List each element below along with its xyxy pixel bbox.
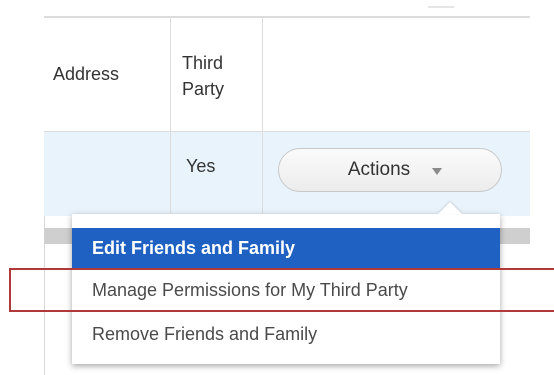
scroll-tick [428, 6, 454, 8]
menu-item-edit-friends-and-family[interactable]: Edit Friends and Family [72, 228, 500, 268]
column-header-address[interactable]: Address [53, 64, 119, 85]
screenshot-stage: Address Third Party Yes Actions Edit Fri… [0, 0, 554, 375]
chevron-down-icon [432, 167, 443, 175]
column-divider [170, 132, 171, 216]
menu-pointer-arrow [438, 202, 462, 214]
menu-item-remove-friends-and-family[interactable]: Remove Friends and Family [72, 314, 500, 354]
column-divider [262, 132, 263, 216]
menu-item-manage-permissions[interactable]: Manage Permissions for My Third Party [72, 270, 500, 310]
column-header-third-party[interactable]: Third Party [182, 50, 252, 102]
actions-button-label: Actions [347, 159, 411, 180]
actions-button[interactable]: Actions [278, 148, 502, 192]
cell-third-party-value: Yes [186, 156, 216, 176]
menu-divider [72, 311, 500, 312]
